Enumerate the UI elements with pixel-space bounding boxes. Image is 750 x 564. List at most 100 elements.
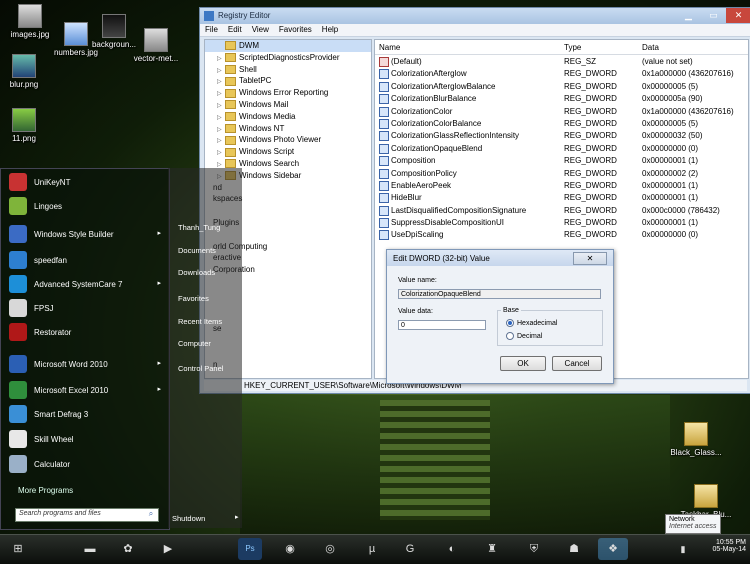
dialog-close-button[interactable]: ✕ (573, 252, 607, 265)
start-place-link[interactable]: Favorites (178, 294, 209, 303)
start-place-link[interactable]: Control Panel (178, 364, 223, 373)
column-name[interactable]: Name (379, 43, 400, 52)
photoshop-taskbar-icon[interactable]: Ps (238, 538, 262, 560)
tree-item[interactable]: DWM (205, 40, 371, 52)
registry-taskbar-icon[interactable]: ❖ (598, 538, 628, 560)
tree-item[interactable]: ▷ Windows Photo Viewer (205, 134, 371, 146)
start-place-link[interactable]: Documents (178, 246, 216, 255)
tree-item[interactable]: ▷ Shell (205, 64, 371, 76)
start-place-link[interactable]: Computer (178, 339, 211, 348)
submenu-arrow-icon[interactable]: ▸ (157, 229, 161, 237)
tree-item[interactable]: ▷ Windows NT (205, 123, 371, 135)
value-name-field[interactable]: ColorizationOpaqueBlend (398, 289, 601, 299)
minimize-button[interactable]: ▁ (676, 8, 701, 23)
dialog-titlebar[interactable]: Edit DWORD (32-bit) Value ✕ (387, 250, 613, 266)
menu-edit[interactable]: Edit (223, 24, 247, 35)
all-programs-link[interactable]: More Programs (18, 486, 73, 495)
column-type[interactable]: Type (564, 43, 581, 52)
torrent-taskbar-icon[interactable]: µ (360, 538, 384, 560)
play-taskbar-icon[interactable]: ▶ (156, 538, 180, 560)
tree-item[interactable]: ▷ ScriptedDiagnosticsProvider (205, 52, 371, 64)
table-row[interactable]: CompositionPolicy REG_DWORD 0x00000002 (2) (375, 167, 748, 179)
cell-data: 0x0000005a (90) (642, 94, 703, 104)
network-icon[interactable]: ▮ (676, 538, 690, 560)
start-place-link[interactable]: Recent Items (178, 317, 222, 326)
cell-name: ColorizationColorBalance (391, 118, 482, 128)
tree-item[interactable]: ▷ Windows Error Reporting (205, 87, 371, 99)
table-row[interactable]: ColorizationAfterglow REG_DWORD 0x1a000000… (375, 67, 748, 80)
cancel-button[interactable]: Cancel (552, 356, 602, 371)
table-row[interactable]: HideBlur REG_DWORD 0x00000001 (1) (375, 191, 748, 204)
start-search-box[interactable]: Search programs and files ⌕ (15, 508, 159, 522)
system-tray-clock[interactable]: 10:55 PM 05-May-14 (713, 539, 746, 553)
start-program-item[interactable]: Windows Style Builder ▸ (1, 223, 169, 243)
chrome-taskbar-icon[interactable]: ◎ (318, 538, 342, 560)
tree-item[interactable]: ▷ Windows Media (205, 111, 371, 123)
app-taskbar-icon[interactable]: G (398, 538, 422, 560)
submenu-arrow-icon[interactable]: ▸ (157, 279, 161, 287)
start-program-item[interactable]: Calculator (1, 453, 169, 473)
table-row[interactable]: ColorizationBlurBalance REG_DWORD 0x000000… (375, 92, 748, 105)
tree-item[interactable]: ▷ TabletPC (205, 75, 371, 87)
start-program-item[interactable]: Restorator (1, 321, 169, 341)
table-row[interactable]: ColorizationOpaqueBlend REG_DWORD 0x000000… (375, 142, 748, 154)
tree-item[interactable]: ▷ Windows Mail (205, 99, 371, 111)
table-row[interactable]: LastDisqualifiedCompositionSignature REG_… (375, 204, 748, 216)
table-row[interactable]: (Default) REG_SZ (value not set) (375, 55, 748, 67)
submenu-arrow-icon[interactable]: ▸ (157, 385, 161, 393)
trophy-taskbar-icon[interactable]: ♜ (480, 538, 504, 560)
decimal-radio[interactable]: Decimal (506, 332, 542, 340)
table-row[interactable]: UseDpiScaling REG_DWORD 0x00000000 (0) (375, 228, 748, 241)
cell-type: REG_DWORD (564, 218, 617, 228)
start-program-item[interactable]: Skill Wheel (1, 428, 169, 448)
start-program-item[interactable]: Microsoft Excel 2010 ▸ (1, 379, 169, 399)
shutdown-button[interactable]: Shutdown ▸ (168, 510, 239, 526)
table-row[interactable]: ColorizationAfterglowBalance REG_DWORD 0x0… (375, 80, 748, 92)
column-data[interactable]: Data (642, 43, 659, 52)
menu-favorites[interactable]: Favorites (274, 24, 317, 35)
close-button[interactable]: ✕ (726, 8, 750, 23)
ok-button[interactable]: OK (500, 356, 546, 371)
tree-item[interactable]: ▷ Windows Script (205, 146, 371, 158)
hexadecimal-radio[interactable]: Hexadecimal (506, 319, 557, 327)
shutdown-arrow-icon[interactable]: ▸ (235, 513, 239, 521)
start-program-item[interactable]: speedfan (1, 249, 169, 269)
start-program-item[interactable]: Microsoft Word 2010 ▸ (1, 353, 169, 373)
submenu-arrow-icon[interactable]: ▸ (157, 359, 161, 367)
search-icon[interactable]: ⌕ (145, 509, 157, 519)
table-row[interactable]: ColorizationGlassReflectionIntensity REG_… (375, 129, 748, 142)
start-program-item[interactable]: Smart Defrag 3 (1, 403, 169, 423)
menu-help[interactable]: Help (317, 24, 343, 35)
start-program-item[interactable]: Lingoes (1, 195, 169, 215)
helmet-taskbar-icon[interactable]: ☗ (562, 538, 586, 560)
start-program-item[interactable]: Advanced SystemCare 7 ▸ (1, 273, 169, 293)
tooltip-subtitle: Internet access (669, 523, 717, 530)
explorer-taskbar-icon[interactable]: ▬ (78, 538, 102, 560)
app2-taskbar-icon[interactable]: ◐ (440, 538, 464, 560)
maximize-button[interactable]: ▭ (701, 8, 726, 23)
registry-value-icon (379, 143, 389, 154)
program-icon (9, 381, 27, 399)
value-data-input[interactable]: 0 (398, 320, 486, 330)
cell-data: (value not set) (642, 57, 693, 66)
start-program-item[interactable]: FPSJ (1, 297, 169, 317)
firefox-taskbar-icon[interactable]: ◉ (278, 538, 302, 560)
menu-view[interactable]: View (247, 24, 274, 35)
media-taskbar-icon[interactable]: ✿ (116, 538, 140, 560)
table-row[interactable]: ColorizationColorBalance REG_DWORD 0x00000… (375, 117, 748, 129)
start-place-link[interactable]: Thanh_Tung (178, 223, 220, 232)
shield-taskbar-icon[interactable]: ⛨ (522, 538, 546, 560)
start-place-link[interactable]: Downloads (178, 268, 215, 277)
table-row[interactable]: Composition REG_DWORD 0x00000001 (1) (375, 154, 748, 167)
window-titlebar[interactable]: Registry Editor ▁ ▭ ✕ (200, 8, 750, 24)
table-row[interactable]: ColorizationColor REG_DWORD 0x1a000000 (43… (375, 105, 748, 117)
table-row[interactable]: EnableAeroPeek REG_DWORD 0x00000001 (1) (375, 179, 748, 191)
desktop-icon-11[interactable]: 11.png (0, 108, 54, 143)
desktop-icon-vector-metal[interactable]: vector-met... (126, 28, 186, 63)
menu-file[interactable]: File (200, 24, 223, 35)
table-row[interactable]: SuppressDisableCompositionUI REG_DWORD 0x0… (375, 216, 748, 229)
desktop-icon-blur[interactable]: blur.png (0, 54, 54, 89)
desktop-icon-black-glass[interactable]: Black_Glass... (666, 422, 726, 457)
start-button[interactable]: ⊞ (6, 538, 30, 560)
start-program-item[interactable]: UniKeyNT (1, 171, 169, 191)
